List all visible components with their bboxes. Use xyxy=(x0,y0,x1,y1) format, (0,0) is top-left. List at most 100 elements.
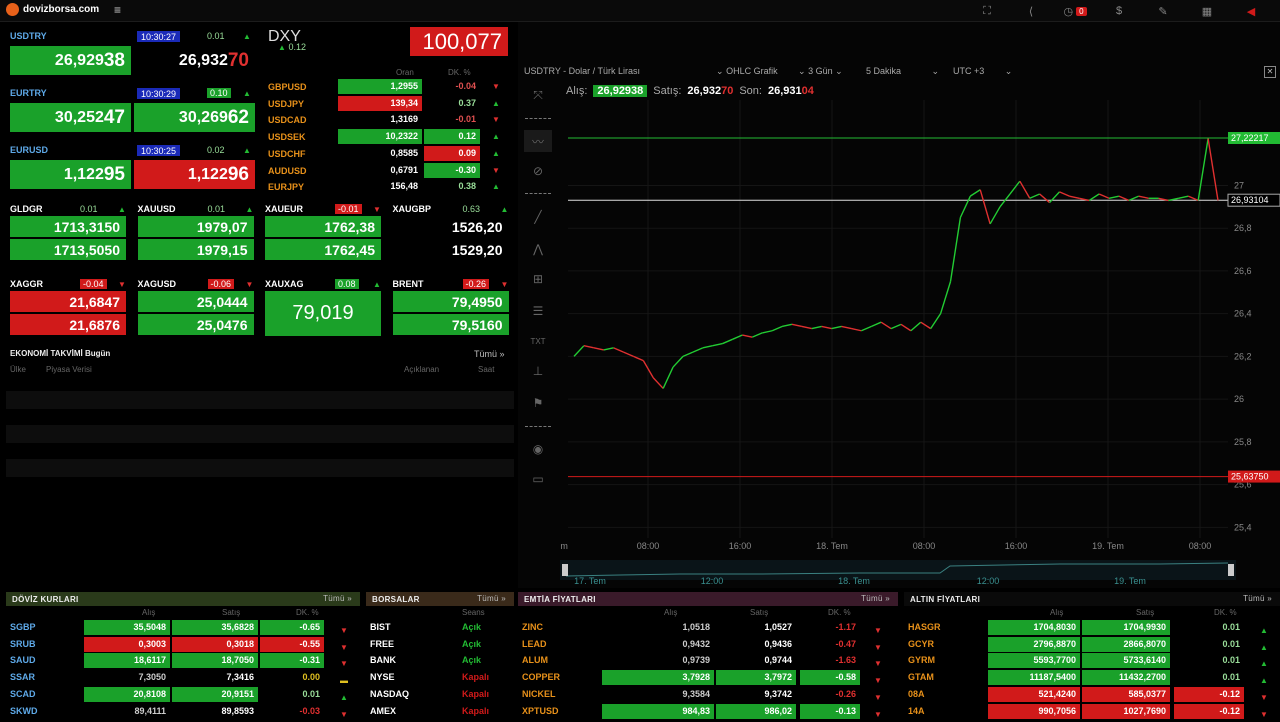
metal-bid-box[interactable]: 1979,07 xyxy=(137,216,254,237)
table-row[interactable]: GCYR 2796,8870 2866,8070 0.01 ▲ xyxy=(904,636,1280,653)
metal-bid-box[interactable]: 1762,38 xyxy=(265,216,381,237)
fx-bid-box[interactable]: 30,252 47 xyxy=(10,103,131,132)
fx-bid-box[interactable]: 1,122 95 xyxy=(10,160,131,189)
cross-row[interactable]: USDCHF 0,8585 0.09 ▲ xyxy=(266,145,514,162)
metal-ask-box[interactable]: 1762,45 xyxy=(265,239,381,260)
cross-row[interactable]: EURJPY 156,48 0.38 ▲ xyxy=(266,179,514,195)
table-row[interactable]: XPTUSD 984,83 986,02 -0.13 ▼ xyxy=(518,703,898,720)
fib-tool-icon[interactable]: ☰ xyxy=(524,300,552,322)
table-row[interactable]: NICKEL 9,3584 9,3742 -0.26 ▼ xyxy=(518,687,898,703)
metal-symbol[interactable]: GLDGR xyxy=(10,204,43,214)
metal-bid-box[interactable]: 79,4950 xyxy=(392,291,509,312)
calendar-more-link[interactable]: Tümü » xyxy=(474,349,505,359)
table-row[interactable]: NASDAQ Kapalı xyxy=(366,687,514,703)
table-row[interactable]: SRUB 0,3003 0,3018 -0.55 ▼ xyxy=(6,636,360,653)
table-row[interactable]: BIST Açık xyxy=(366,620,514,636)
table-row[interactable]: NYSE Kapalı xyxy=(366,670,514,686)
table-row[interactable]: COPPER 3,7928 3,7972 -0.58 ▼ xyxy=(518,670,898,686)
fx-bid-box[interactable]: 26,929 38 xyxy=(10,46,131,75)
metal-bid-box[interactable]: 25,0444 xyxy=(137,291,254,312)
metal-bid-box[interactable]: 21,6847 xyxy=(10,291,126,312)
share-icon[interactable]: ⟨ xyxy=(1016,0,1046,22)
alarm-icon[interactable]: ◷ 0 xyxy=(1058,0,1092,22)
text-tool-icon[interactable]: TXT xyxy=(524,330,552,352)
measure-icon[interactable]: ⊥ xyxy=(524,360,552,382)
metal-symbol[interactable]: XAUUSD xyxy=(138,204,176,214)
cross-row[interactable]: AUDUSD 0,6791 -0.30 ▼ xyxy=(266,162,514,179)
hamburger-menu-icon[interactable]: ≡ xyxy=(114,3,121,17)
table-row[interactable]: ZINC 1,0518 1,0527 -1.17 ▼ xyxy=(518,620,898,636)
sound-icon[interactable]: ◀ xyxy=(1236,0,1266,22)
calculator-icon[interactable]: ▦ xyxy=(1192,0,1222,22)
table-row[interactable]: AMEX Kapalı xyxy=(366,704,514,720)
metal-ask-box[interactable]: 21,6876 xyxy=(10,314,126,335)
dollar-icon[interactable]: $ xyxy=(1104,0,1134,22)
table-row[interactable]: 08A 521,4240 585,0377 -0.12 ▼ xyxy=(904,686,1280,703)
doviz-more-link[interactable]: Tümü » xyxy=(323,594,352,603)
timezone-select[interactable]: UTC +3 ⌄ xyxy=(953,66,1012,77)
table-row[interactable]: SKWD 89,4111 89,8593 -0.03 ▼ xyxy=(6,704,360,720)
table-row[interactable]: SCAD 20,8108 20,9151 0.01 ▲ xyxy=(6,686,360,703)
line-tool-icon[interactable]: ╱ xyxy=(524,206,552,228)
table-row[interactable]: GYRM 5593,7700 5733,6140 0.01 ▲ xyxy=(904,653,1280,669)
range-select[interactable]: ⌄ 3 Gün ⌄ xyxy=(798,66,843,77)
hide-icon[interactable]: ⊘ xyxy=(524,160,552,182)
altin-more-link[interactable]: Tümü » xyxy=(1243,594,1272,603)
table-row[interactable]: GTAM 11187,5400 11432,2700 0.01 ▲ xyxy=(904,670,1280,686)
cross-row[interactable]: USDJPY 139,34 0.37 ▲ xyxy=(266,95,514,112)
table-row[interactable]: SAUD 18,6117 18,7050 -0.31 ▼ xyxy=(6,653,360,669)
fx-symbol[interactable]: EURTRY xyxy=(10,88,47,98)
metal-ask-box[interactable]: 1713,5050 xyxy=(10,239,126,260)
metal-symbol[interactable]: BRENT xyxy=(393,279,424,289)
cross-row[interactable]: USDSEK 10,2322 0.12 ▲ xyxy=(266,129,514,145)
metal-value-box[interactable]: 79,019 xyxy=(265,291,381,336)
price-chart[interactable]: 2726,826,626,426,22625,825,625,417. Tem0… xyxy=(560,100,1280,560)
table-row[interactable]: HASGR 1704,8030 1704,9930 0.01 ▲ xyxy=(904,620,1280,636)
metal-bid-box[interactable]: 1713,3150 xyxy=(10,216,126,237)
metal-ask-box[interactable]: 25,0476 xyxy=(137,314,254,335)
metal-symbol[interactable]: XAUXAG xyxy=(265,279,304,289)
chart-close-icon[interactable]: ✕ xyxy=(1264,66,1276,78)
chart-navigator[interactable]: 17. Tem 12:00 18. Tem 12:00 19. Tem xyxy=(560,560,1236,586)
fullscreen-icon[interactable]: ⛶ xyxy=(972,0,1002,22)
metal-symbol[interactable]: XAGGR xyxy=(10,279,43,289)
fx-symbol[interactable]: USDTRY xyxy=(10,31,47,41)
table-row[interactable]: FREE Açık xyxy=(366,637,514,653)
table-row[interactable]: LEAD 0,9432 0,9436 -0.47 ▼ xyxy=(518,637,898,653)
metal-bid-box[interactable]: 1526,20 xyxy=(392,216,509,237)
fx-ask-box[interactable]: 1,122 96 xyxy=(134,160,255,189)
row-ask: 9,3742 xyxy=(764,688,792,699)
metal-ask-box[interactable]: 79,5160 xyxy=(392,314,509,335)
metal-symbol[interactable]: XAUGBP xyxy=(393,204,432,214)
grid-tool-icon[interactable]: ⊞ xyxy=(524,268,552,290)
edit-icon[interactable]: ✎ xyxy=(1148,0,1178,22)
fx-symbol[interactable]: EURUSD xyxy=(10,145,48,155)
logo[interactable]: dovizborsa.com xyxy=(6,3,99,16)
fx-ask-box[interactable]: 26,932 70 xyxy=(134,46,255,75)
table-row[interactable]: BANK Açık xyxy=(366,653,514,669)
cross-row[interactable]: USDCAD 1,3169 -0.01 ▼ xyxy=(266,112,514,128)
pitchfork-icon[interactable]: ⋀ xyxy=(524,238,552,260)
flag-icon[interactable]: ⚑ xyxy=(524,392,552,414)
cross-row[interactable]: GBPUSD 1,2955 -0.04 ▼ xyxy=(266,79,514,95)
metal-ask-box[interactable]: 1979,15 xyxy=(137,239,254,260)
metal-symbol[interactable]: XAGUSD xyxy=(138,279,177,289)
table-row[interactable]: ALUM 0,9739 0,9744 -1.63 ▼ xyxy=(518,653,898,669)
emtia-more-link[interactable]: Tümü » xyxy=(861,594,890,603)
table-row[interactable]: 14A 990,7056 1027,7690 -0.12 ▼ xyxy=(904,703,1280,720)
fx-ask-box[interactable]: 30,269 62 xyxy=(134,103,255,132)
folder-icon[interactable]: ▭ xyxy=(524,468,552,490)
crosshair-tool-icon[interactable]: ⤧ xyxy=(524,84,552,106)
chart-type-select[interactable]: ⌄ OHLC Grafik xyxy=(716,66,778,77)
borsalar-more-link[interactable]: Tümü » xyxy=(477,594,506,603)
table-row[interactable]: SGBP 35,5048 35,6828 -0.65 ▼ xyxy=(6,620,360,636)
navigator-handle-right[interactable] xyxy=(1228,564,1234,576)
metal-ask-box[interactable]: 1529,20 xyxy=(392,239,509,260)
interval-select[interactable]: 5 Dakika ⌄ xyxy=(866,66,939,77)
navigator-handle-left[interactable] xyxy=(562,564,568,576)
table-row[interactable]: SSAR 7,3050 7,3416 0.00 ▬ xyxy=(6,670,360,686)
dxy-value[interactable]: 100,077 xyxy=(410,27,508,56)
metal-symbol[interactable]: XAUEUR xyxy=(265,204,303,214)
eye-icon[interactable]: ◉ xyxy=(524,438,552,460)
trend-tool-icon[interactable]: 〰 xyxy=(524,130,552,152)
